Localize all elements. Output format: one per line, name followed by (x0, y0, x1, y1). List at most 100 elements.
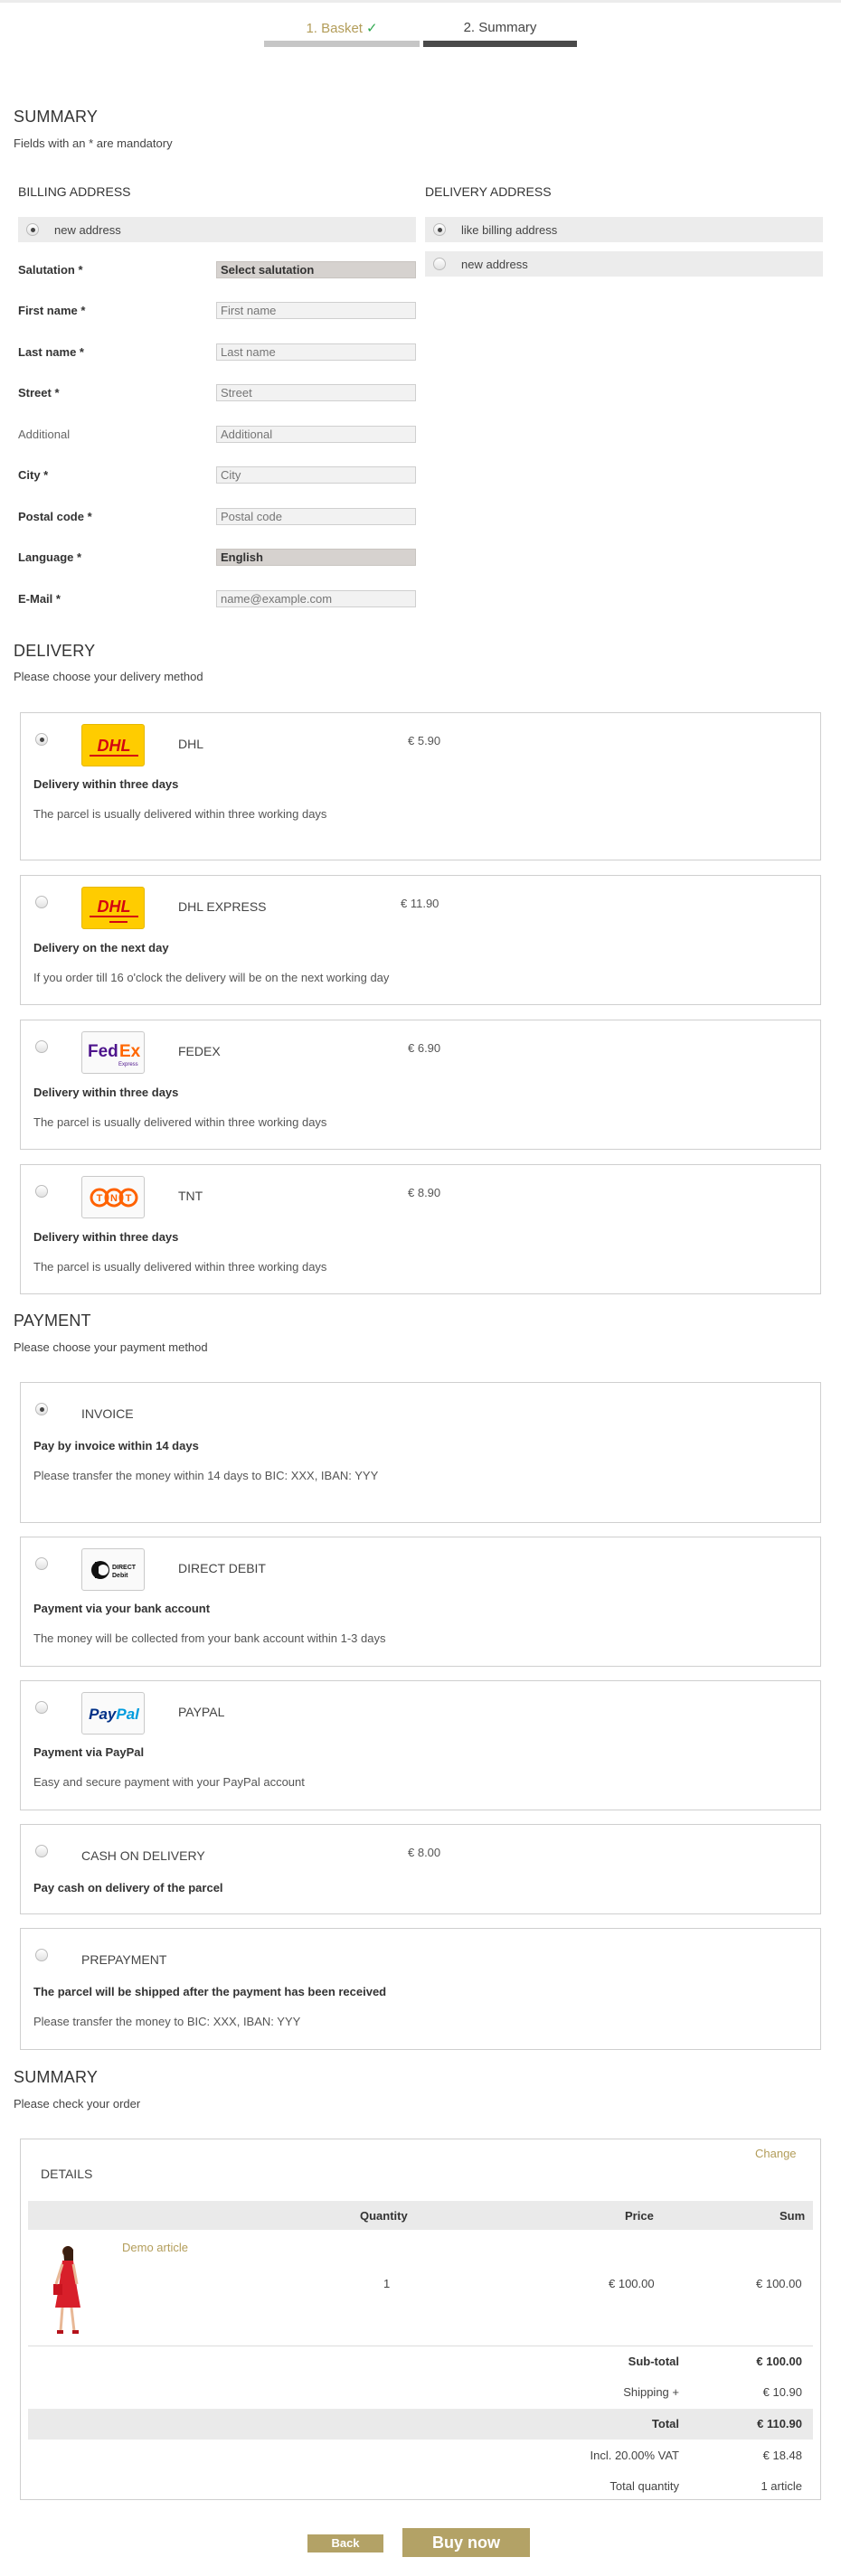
dhl-express-logo: DHL (81, 887, 145, 929)
change-link[interactable]: Change (755, 2147, 797, 2160)
svg-text:Ex: Ex (119, 1042, 141, 1061)
svg-text:T: T (97, 1193, 103, 1204)
like-billing-radio[interactable] (433, 223, 446, 236)
details-title: DETAILS (41, 2167, 93, 2181)
delivery-tnt-name: TNT (178, 1189, 203, 1203)
delivery-dhl-express-description: If you order till 16 o'clock the deliver… (33, 971, 390, 984)
billing-new-address-radio[interactable] (26, 223, 39, 236)
subtotal-value: € 100.00 (756, 2355, 802, 2368)
email-input[interactable] (216, 590, 416, 607)
delivery-fedex-radio[interactable] (35, 1040, 48, 1053)
payment-invoice-name: INVOICE (81, 1406, 134, 1421)
delivery-fedex-price: € 6.90 (408, 1041, 441, 1055)
item-sum: € 100.00 (756, 2277, 802, 2290)
back-button[interactable]: Back (307, 2534, 383, 2552)
header-quantity: Quantity (360, 2209, 408, 2223)
payment-direct-debit-radio[interactable] (35, 1557, 48, 1570)
step-summary-bar (423, 41, 577, 47)
delivery-method-tnt[interactable]: T N T TNT € 8.90 Delivery within three d… (20, 1164, 821, 1294)
delivery-method-dhl[interactable]: DHL DHL € 5.90 Delivery within three day… (20, 712, 821, 860)
header-price: Price (625, 2209, 654, 2223)
product-image[interactable] (44, 2242, 90, 2336)
delivery-fedex-description: The parcel is usually delivered within t… (33, 1115, 327, 1129)
payment-method-prepayment[interactable]: PREPAYMENT The parcel will be shipped af… (20, 1928, 821, 2050)
step-basket[interactable]: 1. Basket ✓ (264, 20, 420, 36)
delivery-dhl-express-title: Delivery on the next day (33, 941, 169, 954)
svg-text:PayPal: PayPal (89, 1706, 140, 1723)
delivery-dhl-express-price: € 11.90 (401, 897, 439, 910)
delivery-method-dhl-express[interactable]: DHL DHL EXPRESS € 11.90 Delivery on the … (20, 875, 821, 1005)
payment-invoice-description: Please transfer the money within 14 days… (33, 1469, 379, 1482)
paypal-logo: PayPal (81, 1692, 145, 1735)
delivery-new-address-radio[interactable] (433, 258, 446, 270)
language-label: Language * (18, 550, 82, 564)
payment-invoice-title: Pay by invoice within 14 days (33, 1439, 199, 1453)
delivery-dhl-name: DHL (178, 737, 204, 751)
payment-method-direct-debit[interactable]: DIRECT Debit DIRECT DEBIT Payment via yo… (20, 1537, 821, 1667)
item-price: € 100.00 (609, 2277, 655, 2290)
payment-cod-radio[interactable] (35, 1845, 48, 1857)
order-summary-title: SUMMARY (14, 2068, 99, 2086)
delivery-dhl-price: € 5.90 (408, 734, 441, 747)
delivery-dhl-express-radio[interactable] (35, 896, 48, 908)
salutation-label: Salutation * (18, 263, 83, 277)
order-table-header: Quantity Price Sum (28, 2201, 813, 2230)
total-label: Total (651, 2417, 679, 2430)
payment-title: PAYMENT (14, 1312, 91, 1330)
svg-text:N: N (110, 1193, 118, 1204)
dhl-logo: DHL (81, 724, 145, 766)
payment-note: Please choose your payment method (14, 1340, 208, 1354)
payment-invoice-radio[interactable] (35, 1403, 48, 1415)
total-quantity-label: Total quantity (609, 2479, 679, 2493)
postal-code-label: Postal code * (18, 510, 92, 523)
step-basket-bar (264, 41, 420, 47)
delivery-option-like-billing[interactable]: like billing address (425, 217, 823, 242)
delivery-tnt-radio[interactable] (35, 1185, 48, 1198)
payment-paypal-radio[interactable] (35, 1701, 48, 1714)
city-input[interactable] (216, 466, 416, 484)
total-row: Total € 110.90 (28, 2409, 813, 2440)
svg-text:DHL: DHL (98, 737, 131, 755)
svg-text:Debit: Debit (112, 1573, 128, 1579)
svg-text:Fed: Fed (88, 1042, 118, 1061)
payment-cod-price: € 8.00 (408, 1846, 441, 1859)
payment-method-invoice[interactable]: INVOICE Pay by invoice within 14 days Pl… (20, 1382, 821, 1523)
payment-method-paypal[interactable]: PayPal PAYPAL Payment via PayPal Easy an… (20, 1680, 821, 1810)
last-name-label: Last name * (18, 345, 84, 359)
delivery-dhl-radio[interactable] (35, 733, 48, 746)
delivery-note: Please choose your delivery method (14, 670, 203, 683)
billing-address-title: BILLING ADDRESS (18, 184, 131, 199)
svg-text:T: T (126, 1193, 132, 1204)
delivery-tnt-price: € 8.90 (408, 1186, 441, 1199)
svg-text:Express: Express (118, 1062, 138, 1067)
delivery-method-fedex[interactable]: Fed Ex Express FEDEX € 6.90 Delivery withi… (20, 1020, 821, 1150)
svg-text:DHL: DHL (98, 898, 131, 916)
svg-text:DIRECT: DIRECT (112, 1565, 137, 1571)
step-basket-label: 1. Basket (306, 21, 363, 36)
delivery-dhl-express-name: DHL EXPRESS (178, 899, 267, 914)
first-name-input[interactable] (216, 302, 416, 319)
delivery-option-new-address[interactable]: new address (425, 251, 823, 277)
vat-label: Incl. 20.00% VAT (590, 2449, 679, 2462)
postal-code-input[interactable] (216, 508, 416, 525)
delivery-address-title: DELIVERY ADDRESS (425, 184, 552, 199)
shipping-value: € 10.90 (762, 2385, 802, 2399)
billing-option-new-address[interactable]: new address (18, 217, 416, 242)
delivery-dhl-title: Delivery within three days (33, 777, 179, 791)
product-name-link[interactable]: Demo article (122, 2241, 188, 2254)
salutation-select[interactable]: Select salutation (216, 261, 416, 278)
fedex-logo: Fed Ex Express (81, 1031, 145, 1074)
subtotal-label: Sub-total (628, 2355, 679, 2368)
like-billing-label: like billing address (461, 223, 558, 237)
additional-label: Additional (18, 428, 71, 441)
payment-prepayment-radio[interactable] (35, 1949, 48, 1961)
buy-now-button[interactable]: Buy now (402, 2528, 530, 2557)
additional-input[interactable] (216, 426, 416, 443)
billing-new-address-label: new address (54, 223, 121, 237)
last-name-input[interactable] (216, 343, 416, 361)
total-quantity-value: 1 article (761, 2479, 802, 2493)
language-select[interactable]: English (216, 549, 416, 566)
street-input[interactable] (216, 384, 416, 401)
payment-method-cash-on-delivery[interactable]: CASH ON DELIVERY € 8.00 Pay cash on deli… (20, 1824, 821, 1914)
mandatory-note: Fields with an * are mandatory (14, 136, 173, 150)
